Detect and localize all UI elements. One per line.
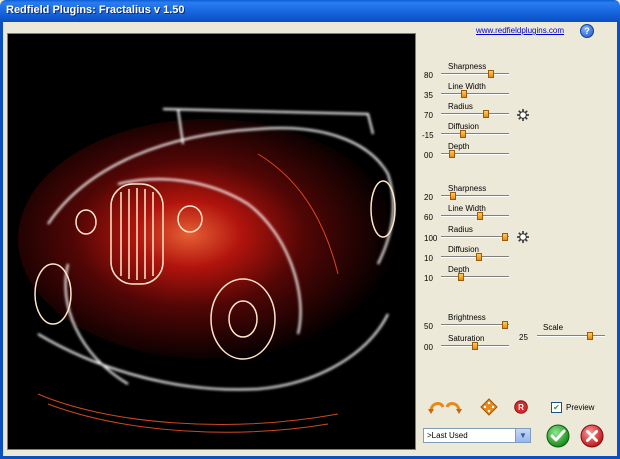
scale-label: Scale <box>543 323 564 332</box>
diffusion-2-value: 10 <box>424 254 433 263</box>
radius-2-value: 100 <box>424 234 438 243</box>
ok-icon[interactable] <box>546 424 570 448</box>
radius-2-gear-icon[interactable] <box>516 230 530 244</box>
randomize-icon[interactable] <box>480 398 498 416</box>
diffusion-value: -15 <box>422 131 434 140</box>
saturation-slider[interactable] <box>441 342 509 350</box>
scale-value: 25 <box>519 333 528 342</box>
radius-gear-icon[interactable] <box>516 108 530 122</box>
sharpness-2-slider[interactable] <box>441 192 509 200</box>
sharpness-slider[interactable] <box>441 70 509 78</box>
cancel-icon[interactable] <box>580 424 604 448</box>
slider-thumb[interactable] <box>457 273 464 281</box>
line-width-value: 35 <box>424 91 433 100</box>
radius-slider[interactable] <box>441 110 509 118</box>
slider-thumb[interactable] <box>461 90 468 98</box>
fractal-car-image <box>8 34 415 449</box>
slider-thumb[interactable] <box>501 233 508 241</box>
chevron-down-icon[interactable]: ▼ <box>515 429 530 442</box>
diffusion-2-slider[interactable] <box>441 253 509 261</box>
svg-text:R: R <box>518 403 524 412</box>
slider-thumb[interactable] <box>460 130 467 138</box>
depth-2-slider[interactable] <box>441 273 509 281</box>
help-icon[interactable]: ? <box>580 24 594 38</box>
preset-dropdown[interactable]: >Last Used ▼ <box>423 428 531 443</box>
slider-thumb[interactable] <box>482 110 489 118</box>
radius-value: 70 <box>424 111 433 120</box>
scale-slider[interactable] <box>537 332 605 340</box>
slider-thumb[interactable] <box>472 342 478 350</box>
website-link[interactable]: www.redfieldplugins.com <box>476 26 564 35</box>
saturation-value: 00 <box>424 343 433 352</box>
depth-value: 00 <box>424 151 433 160</box>
slider-thumb[interactable] <box>450 192 457 200</box>
slider-thumb[interactable] <box>448 150 455 158</box>
preview-label: Preview <box>566 403 595 412</box>
sharpness-value: 80 <box>424 71 433 80</box>
slider-thumb[interactable] <box>501 321 508 329</box>
depth-2-value: 10 <box>424 274 433 283</box>
radius-2-slider[interactable] <box>441 233 509 241</box>
preset-selected: >Last Used <box>427 431 468 440</box>
preview-image[interactable] <box>7 33 416 450</box>
slider-thumb[interactable] <box>476 212 483 220</box>
brightness-slider[interactable] <box>441 321 509 329</box>
reset-icon[interactable]: R <box>514 400 528 414</box>
undo-redo-icon[interactable] <box>428 398 462 416</box>
line-width-slider[interactable] <box>441 90 509 98</box>
line-width-2-value: 60 <box>424 213 433 222</box>
slider-thumb[interactable] <box>587 332 594 340</box>
slider-thumb[interactable] <box>488 70 495 78</box>
slider-thumb[interactable] <box>476 253 483 261</box>
preview-checkbox[interactable]: ✔ <box>551 402 562 413</box>
brightness-value: 50 <box>424 322 433 331</box>
title-bar[interactable]: Redfield Plugins: Fractalius v 1.50 <box>0 0 620 22</box>
line-width-2-slider[interactable] <box>441 212 509 220</box>
window-title: Redfield Plugins: Fractalius v 1.50 <box>6 4 185 16</box>
sharpness-2-value: 20 <box>424 193 433 202</box>
depth-slider[interactable] <box>441 150 509 158</box>
diffusion-slider[interactable] <box>441 130 509 138</box>
